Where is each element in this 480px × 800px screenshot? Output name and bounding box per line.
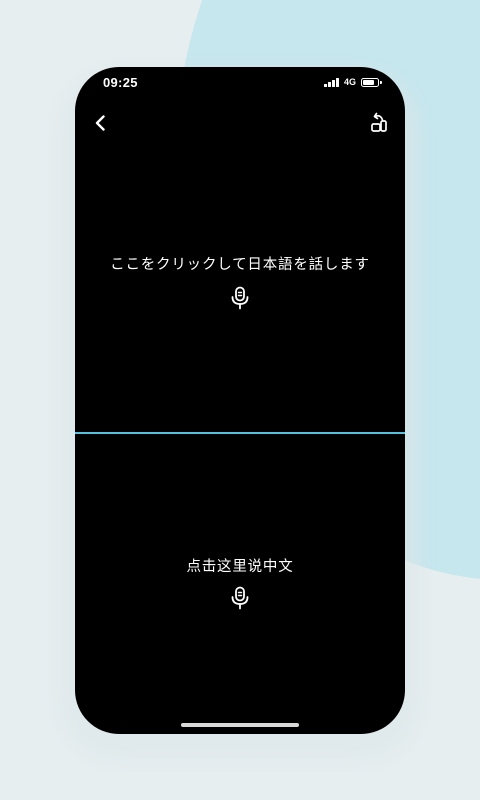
back-button[interactable] — [91, 113, 111, 133]
japanese-speak-area[interactable]: ここをクリックして日本語を話します — [75, 67, 405, 432]
microphone-icon — [231, 286, 249, 310]
chinese-prompt: 点击这里说中文 — [186, 559, 294, 575]
microphone-icon — [231, 586, 249, 610]
rotate-screen-button[interactable] — [369, 112, 389, 134]
chinese-speak-area[interactable]: 点击这里说中文 — [75, 434, 405, 734]
home-indicator[interactable] — [181, 723, 299, 727]
rotate-screen-icon — [371, 112, 387, 132]
phone-screen: 09:25 4G ここをクリックして日本語を話します 点击这里说中文 — [75, 67, 405, 734]
page-background: 09:25 4G ここをクリックして日本語を話します 点击这里说中文 — [0, 0, 480, 800]
japanese-prompt: ここをクリックして日本語を話します — [110, 257, 370, 273]
chevron-left-icon — [95, 115, 105, 131]
